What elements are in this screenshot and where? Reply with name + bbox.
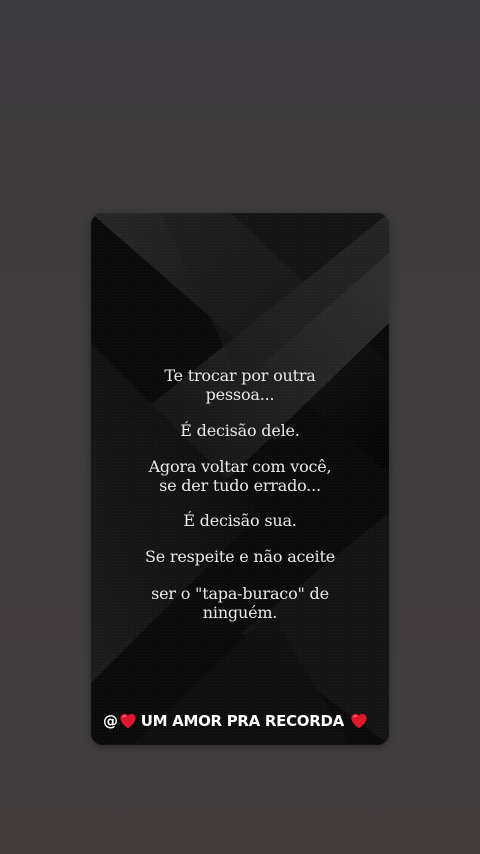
signature-text: UM AMOR PRA RECORDA xyxy=(140,712,345,730)
quote-line: ser o "tapa-buraco" de xyxy=(151,584,329,603)
quote-line: pessoa... xyxy=(205,385,275,404)
quote-line: Se respeite e não aceite xyxy=(145,547,335,566)
quote-line: Te trocar por outra xyxy=(164,366,316,385)
quote-line: se der tudo errado... xyxy=(159,476,321,495)
heart-icon xyxy=(350,713,368,729)
quote-line: Agora voltar com você, xyxy=(148,457,332,476)
quote-text: Te trocar por outra pessoa... É decisão … xyxy=(91,213,389,745)
quote-line: É decisão sua. xyxy=(183,511,297,530)
heart-icon xyxy=(119,713,137,729)
story-card: Te trocar por outra pessoa... É decisão … xyxy=(91,213,389,745)
at-symbol: @ xyxy=(103,712,118,730)
screen: { "post": { "lines": [ "Te trocar por ou… xyxy=(0,0,480,854)
signature-footer: @ UM AMOR PRA RECORDA xyxy=(103,709,379,733)
quote-line: ninguém. xyxy=(202,603,278,622)
quote-line: É decisão dele. xyxy=(180,421,300,440)
